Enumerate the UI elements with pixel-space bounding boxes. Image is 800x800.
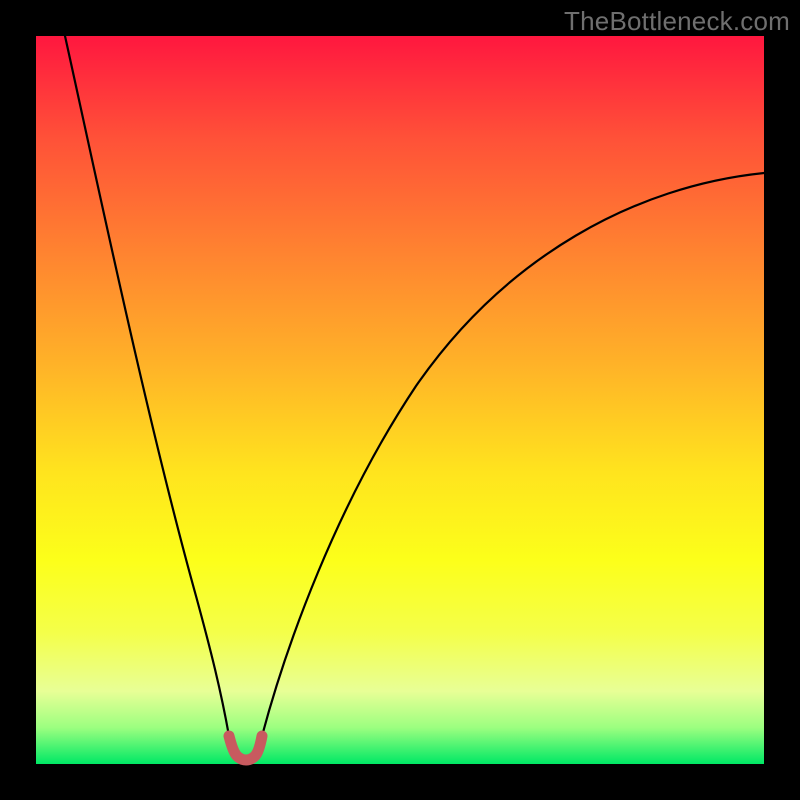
curve-left xyxy=(65,36,229,736)
chart-frame: TheBottleneck.com xyxy=(0,0,800,800)
chart-svg xyxy=(36,36,764,764)
plot-area xyxy=(36,36,764,764)
curve-right xyxy=(262,173,764,736)
trough-marker xyxy=(229,736,262,760)
watermark-text: TheBottleneck.com xyxy=(564,6,790,37)
